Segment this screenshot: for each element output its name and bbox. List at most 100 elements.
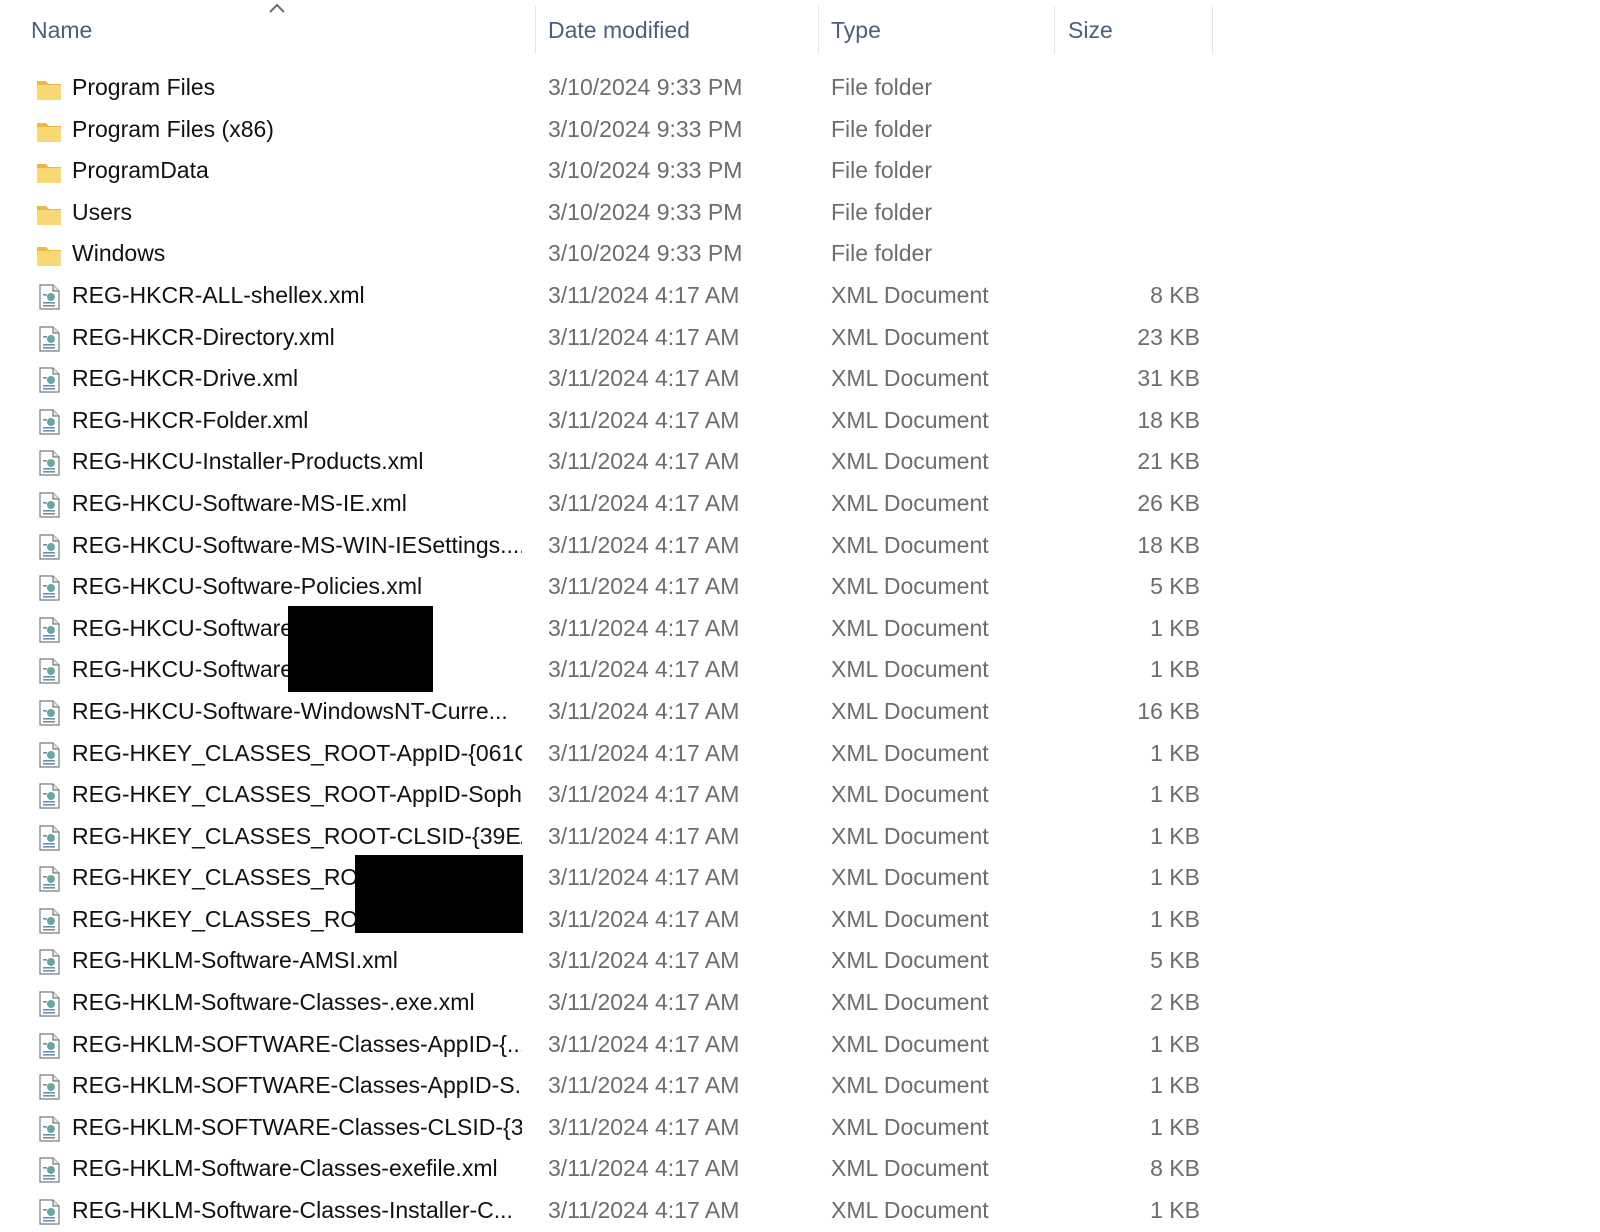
file-type: XML Document bbox=[831, 573, 989, 600]
xml-document-icon bbox=[35, 408, 63, 436]
column-separator[interactable] bbox=[1054, 6, 1055, 54]
xml-document-icon bbox=[35, 533, 63, 561]
file-row[interactable]: REG-HKLM-Software-Classes-Installer-C...… bbox=[0, 1190, 1210, 1232]
column-separator[interactable] bbox=[535, 6, 536, 54]
file-name: Program Files (x86) bbox=[72, 115, 274, 142]
file-row[interactable]: REG-HKCR-Directory.xml 3/11/2024 4:17 AM X… bbox=[0, 317, 1210, 359]
file-date-modified: 3/11/2024 4:17 AM bbox=[548, 323, 740, 350]
file-name: REG-HKLM-SOFTWARE-Classes-AppID-S... bbox=[72, 1072, 522, 1099]
file-name: REG-HKCR-Drive.xml bbox=[72, 365, 299, 392]
column-header-type[interactable]: Type bbox=[831, 0, 881, 60]
file-row[interactable]: REG-HKEY_CLASSES_ROOT-CLSID-{39EA... 3/11… bbox=[0, 816, 1210, 858]
xml-document-icon bbox=[35, 491, 63, 519]
file-type: XML Document bbox=[831, 781, 989, 808]
xml-document-icon bbox=[35, 366, 63, 394]
file-row[interactable]: REG-HKEY_CLASSES_ROOT- 3/11/2024 4:17 AM X… bbox=[0, 857, 1210, 899]
file-type: XML Document bbox=[831, 448, 989, 475]
column-header-bar: Name Date modified Type Size bbox=[0, 0, 1600, 60]
xml-document-icon bbox=[35, 741, 63, 769]
file-row[interactable]: REG-HKLM-Software-Classes-.exe.xml 3/11/2… bbox=[0, 982, 1210, 1024]
file-name: REG-HKLM-Software-AMSI.xml bbox=[72, 947, 398, 974]
folder-icon bbox=[35, 117, 63, 145]
file-row[interactable]: REG-HKLM-SOFTWARE-Classes-CLSID-{3... 3/1… bbox=[0, 1107, 1210, 1149]
file-row[interactable]: REG-HKLM-SOFTWARE-Classes-AppID-{... 3/11… bbox=[0, 1024, 1210, 1066]
file-size bbox=[1060, 109, 1200, 151]
file-date-modified: 3/11/2024 4:17 AM bbox=[548, 281, 740, 308]
file-row[interactable]: REG-HKCR-ALL-shellex.xml 3/11/2024 4:17 A… bbox=[0, 275, 1210, 317]
xml-document-icon bbox=[35, 948, 63, 976]
file-size: 5 KB bbox=[1150, 573, 1200, 600]
file-row[interactable]: REG-HKLM-Software-Classes-exefile.xml 3/1… bbox=[0, 1148, 1210, 1190]
sort-ascending-icon bbox=[269, 3, 285, 13]
column-separator[interactable] bbox=[1212, 6, 1213, 54]
column-separator[interactable] bbox=[818, 6, 819, 54]
file-row[interactable]: REG-HKCR-Drive.xml 3/11/2024 4:17 AM XML D… bbox=[0, 358, 1210, 400]
file-size: 8 KB bbox=[1150, 1155, 1200, 1182]
file-size: 16 KB bbox=[1137, 697, 1200, 724]
file-type: XML Document bbox=[831, 864, 989, 891]
file-type: XML Document bbox=[831, 656, 989, 683]
file-size: 1 KB bbox=[1150, 739, 1200, 766]
file-date-modified: 3/11/2024 4:17 AM bbox=[548, 531, 740, 558]
file-type: XML Document bbox=[831, 1072, 989, 1099]
file-type: XML Document bbox=[831, 1030, 989, 1057]
file-name: ProgramData bbox=[72, 157, 209, 184]
file-size bbox=[1060, 150, 1200, 192]
file-row[interactable]: ProgramData 3/10/2024 9:33 PM File folder bbox=[0, 150, 1210, 192]
file-row[interactable]: REG-HKCU-Software-MS-IE.xml 3/11/2024 4:1… bbox=[0, 483, 1210, 525]
file-name: REG-HKEY_CLASSES_ROOT-CLSID-{39EA... bbox=[72, 822, 522, 849]
file-row[interactable]: REG-HKCU-Software-MS-WIN-IESettings.... 3… bbox=[0, 525, 1210, 567]
file-row[interactable]: REG-HKEY_CLASSES_ROOT- 3/11/2024 4:17 AM X… bbox=[0, 899, 1210, 941]
file-row[interactable]: REG-HKCU-Software-WindowsNT-Curre... 3/11… bbox=[0, 691, 1210, 733]
file-date-modified: 3/10/2024 9:33 PM bbox=[548, 157, 743, 184]
xml-document-icon bbox=[35, 574, 63, 602]
folder-icon bbox=[35, 158, 63, 186]
xml-document-icon bbox=[35, 449, 63, 477]
file-row[interactable]: Windows 3/10/2024 9:33 PM File folder bbox=[0, 233, 1210, 275]
file-row[interactable]: REG-HKLM-SOFTWARE-Classes-AppID-S... 3/11… bbox=[0, 1065, 1210, 1107]
file-size: 1 KB bbox=[1150, 781, 1200, 808]
file-type: XML Document bbox=[831, 739, 989, 766]
folder-icon bbox=[35, 200, 63, 228]
xml-document-icon bbox=[35, 1032, 63, 1060]
xml-document-icon bbox=[35, 990, 63, 1018]
xml-document-icon bbox=[35, 865, 63, 893]
file-row[interactable]: REG-HKCU-Installer-Products.xml 3/11/2024… bbox=[0, 441, 1210, 483]
file-size: 18 KB bbox=[1137, 406, 1200, 433]
file-type: XML Document bbox=[831, 947, 989, 974]
file-name: Program Files bbox=[72, 74, 216, 100]
file-row[interactable]: REG-HKLM-Software-AMSI.xml 3/11/2024 4:17… bbox=[0, 940, 1210, 982]
file-row[interactable]: REG-HKEY_CLASSES_ROOT-AppID-Soph... 3/11/… bbox=[0, 774, 1210, 816]
file-size: 5 KB bbox=[1150, 947, 1200, 974]
file-type: XML Document bbox=[831, 323, 989, 350]
file-size bbox=[1060, 192, 1200, 234]
file-type: XML Document bbox=[831, 406, 989, 433]
xml-document-icon bbox=[35, 283, 63, 311]
xml-document-icon bbox=[35, 1115, 63, 1143]
file-row[interactable]: REG-HKCU-Software 3/11/2024 4:17 AM XML Do… bbox=[0, 649, 1210, 691]
file-name: REG-HKLM-Software-Classes-.exe.xml bbox=[72, 989, 475, 1016]
file-type: XML Document bbox=[831, 1155, 989, 1182]
column-header-name[interactable]: Name bbox=[31, 0, 92, 60]
file-date-modified: 3/11/2024 4:17 AM bbox=[548, 822, 740, 849]
file-date-modified: 3/10/2024 9:33 PM bbox=[548, 115, 743, 142]
file-name: REG-HKEY_CLASSES_ROOT-AppID-{061C... bbox=[72, 739, 522, 766]
file-row[interactable]: REG-HKCU-Software 3/11/2024 4:17 AM XML Do… bbox=[0, 608, 1210, 650]
column-header-size[interactable]: Size bbox=[1068, 0, 1113, 60]
xml-document-icon bbox=[35, 782, 63, 810]
file-type: File folder bbox=[831, 74, 932, 100]
file-row[interactable]: Program Files 3/10/2024 9:33 PM File folde… bbox=[0, 67, 1210, 109]
file-date-modified: 3/11/2024 4:17 AM bbox=[548, 1072, 740, 1099]
file-row[interactable]: REG-HKCR-Folder.xml 3/11/2024 4:17 AM XML … bbox=[0, 400, 1210, 442]
file-row[interactable]: REG-HKCU-Software-Policies.xml 3/11/2024 … bbox=[0, 566, 1210, 608]
file-date-modified: 3/11/2024 4:17 AM bbox=[548, 947, 740, 974]
file-name: REG-HKEY_CLASSES_ROOT-AppID-Soph... bbox=[72, 781, 522, 808]
file-row[interactable]: Users 3/10/2024 9:33 PM File folder bbox=[0, 192, 1210, 234]
file-type: XML Document bbox=[831, 365, 989, 392]
column-header-date-modified[interactable]: Date modified bbox=[548, 0, 690, 60]
file-date-modified: 3/11/2024 4:17 AM bbox=[548, 905, 740, 932]
file-size: 1 KB bbox=[1150, 864, 1200, 891]
file-type: XML Document bbox=[831, 489, 989, 516]
file-row[interactable]: REG-HKEY_CLASSES_ROOT-AppID-{061C... 3/11… bbox=[0, 733, 1210, 775]
file-row[interactable]: Program Files (x86) 3/10/2024 9:33 PM File… bbox=[0, 109, 1210, 151]
